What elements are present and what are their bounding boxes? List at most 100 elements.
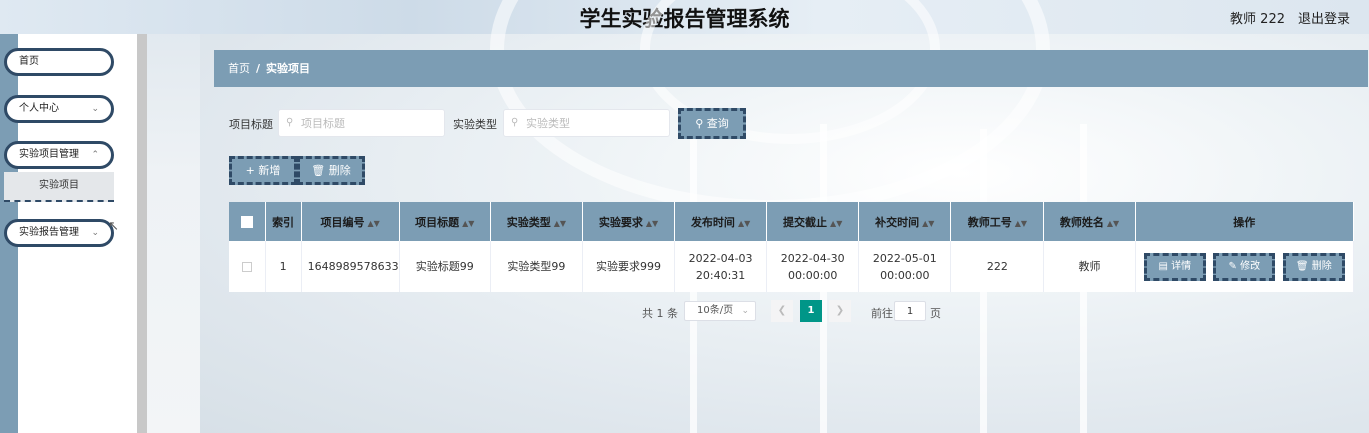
detail-button[interactable]: ▤ 详情 <box>1143 252 1206 281</box>
column-header-label: 索引 <box>272 215 295 229</box>
column-header[interactable]: 提交截止 ▲▼ <box>766 202 860 241</box>
mouse-cursor-icon: ↖ <box>108 219 119 234</box>
column-header-label: 实验要求 <box>598 215 643 229</box>
column-header-label: 操作 <box>1233 215 1256 229</box>
sidebar-item-label: 实验报告管理 <box>19 227 79 238</box>
table-cell: 2022-05-01 00:00:00 <box>858 241 952 292</box>
column-header-label: 实验类型 <box>506 215 551 229</box>
page-unit-label: 页 <box>930 307 941 320</box>
sidebar-item-home[interactable]: 首页 <box>4 48 114 76</box>
trash-icon: 🗑 <box>1295 260 1309 272</box>
column-header[interactable]: 教师姓名 ▲▼ <box>1043 202 1136 241</box>
chevron-right-icon: ❯ <box>835 305 845 316</box>
pencil-icon: ✎ <box>1228 260 1237 272</box>
delete-button-label: 删除 <box>328 164 351 177</box>
column-header-label: 教师姓名 <box>1059 215 1104 229</box>
query-button-label: 查询 <box>706 117 729 130</box>
edit-button-label: 修改 <box>1240 260 1261 272</box>
query-button[interactable]: ⚲ 查询 <box>678 108 746 139</box>
select-all-cell <box>229 202 266 241</box>
column-header[interactable]: 实验类型 ▲▼ <box>490 202 583 241</box>
sidebar-subitem-projects[interactable]: 实验项目 <box>4 172 114 202</box>
column-header-label: 发布时间 <box>690 215 735 229</box>
breadcrumb-separator: / <box>256 62 261 75</box>
table-cell: 教师 <box>1043 241 1136 292</box>
search-icon: ⚲ <box>511 117 519 128</box>
add-button[interactable]: + 新增 <box>229 156 297 185</box>
type-search-input[interactable] <box>503 109 670 137</box>
table-row: 1 1648989578633 实验标题99 实验类型99 实验要求999 20… <box>229 241 1355 292</box>
table-cell: 1 <box>265 241 302 292</box>
column-header-label: 教师工号 <box>967 215 1012 229</box>
breadcrumb: 首页 / 实验项目 <box>214 50 1368 87</box>
sort-icon[interactable]: ▲▼ <box>830 219 842 228</box>
sidebar-item-label: 个人中心 <box>19 103 59 114</box>
breadcrumb-home[interactable]: 首页 <box>228 62 250 75</box>
table-cell: 2022-04-03 20:40:31 <box>674 241 768 292</box>
row-delete-button-label: 删除 <box>1311 260 1332 272</box>
delete-button[interactable]: 🗑 删除 <box>297 156 365 185</box>
column-header[interactable]: 项目编号 ▲▼ <box>301 202 400 241</box>
type-filter-label: 实验类型 <box>453 118 497 131</box>
sort-icon[interactable]: ▲▼ <box>738 219 750 228</box>
title-filter-label: 项目标题 <box>229 118 273 131</box>
table-cell: 222 <box>950 241 1045 292</box>
next-page-button[interactable]: ❯ <box>829 300 851 322</box>
table-cell: 实验标题99 <box>399 241 491 292</box>
title-search-input[interactable] <box>278 109 445 137</box>
column-header[interactable]: 发布时间 ▲▼ <box>674 202 768 241</box>
sort-icon[interactable]: ▲▼ <box>368 219 380 228</box>
table-cell: 实验要求999 <box>582 241 676 292</box>
sidebar-item-project-management[interactable]: 实验项目管理 ⌃ <box>4 141 114 169</box>
chevron-down-icon: ⌄ <box>741 306 749 316</box>
chevron-left-icon: ❮ <box>777 305 787 316</box>
add-button-label: 新增 <box>258 164 281 177</box>
sort-icon[interactable]: ▲▼ <box>646 219 658 228</box>
select-all-checkbox[interactable] <box>240 216 253 228</box>
detail-button-label: 详情 <box>1171 260 1192 272</box>
user-info: 教师 222 <box>1230 12 1285 27</box>
sort-icon[interactable]: ▲▼ <box>554 219 566 228</box>
page-number-current[interactable]: 1 <box>800 300 822 322</box>
sort-icon[interactable]: ▲▼ <box>922 219 934 228</box>
column-header[interactable]: 补交时间 ▲▼ <box>858 202 952 241</box>
row-checkbox[interactable] <box>241 262 252 272</box>
sidebar-scrollbar[interactable] <box>137 34 147 433</box>
sort-icon[interactable]: ▲▼ <box>462 219 474 228</box>
column-header-label: 项目编号 <box>320 215 365 229</box>
search-icon: ⚲ <box>695 117 704 130</box>
table-cell: 实验类型99 <box>490 241 583 292</box>
chevron-down-icon: ⌄ <box>91 104 99 114</box>
sidebar-item-personal-center[interactable]: 个人中心 ⌄ <box>4 95 114 123</box>
column-header: 操作 <box>1135 202 1355 241</box>
column-header[interactable]: 教师工号 ▲▼ <box>950 202 1045 241</box>
column-header-label: 项目标题 <box>415 215 460 229</box>
chevron-down-icon: ⌄ <box>91 228 99 238</box>
sidebar-item-report-management[interactable]: 实验报告管理 ⌄ <box>4 219 114 247</box>
table-cell: 2022-04-30 00:00:00 <box>766 241 860 292</box>
search-icon: ⚲ <box>286 117 294 128</box>
page-size-value: 10条/页 <box>697 305 734 316</box>
projects-table: 索引 项目编号 ▲▼ 项目标题 ▲▼ 实验类型 ▲▼ 实验要求 ▲▼ 发布时间 ▲▼ 提交… <box>229 202 1355 292</box>
document-icon: ▤ <box>1158 260 1168 272</box>
table-cell: 1648989578633 <box>301 241 400 292</box>
row-delete-button[interactable]: 🗑 删除 <box>1282 252 1345 281</box>
prev-page-button[interactable]: ❮ <box>771 300 793 322</box>
sidebar-item-label: 首页 <box>19 56 39 67</box>
sidebar-subitem-label: 实验项目 <box>39 180 79 191</box>
row-select-cell <box>229 241 266 292</box>
column-header[interactable]: 项目标题 ▲▼ <box>399 202 491 241</box>
sidebar-item-label: 实验项目管理 <box>19 149 79 160</box>
pagination-total: 共 1 条 <box>642 307 678 320</box>
table-header-row: 索引 项目编号 ▲▼ 项目标题 ▲▼ 实验类型 ▲▼ 实验要求 ▲▼ 发布时间 ▲▼ 提交… <box>229 202 1355 241</box>
goto-page-input[interactable] <box>894 301 926 321</box>
logout-link[interactable]: 退出登录 <box>1298 8 1350 27</box>
plus-icon: + <box>245 164 255 177</box>
column-header[interactable]: 实验要求 ▲▼ <box>582 202 676 241</box>
sort-icon[interactable]: ▲▼ <box>1015 219 1027 228</box>
page-size-select[interactable]: 10条/页 ⌄ <box>684 301 756 321</box>
sort-icon[interactable]: ▲▼ <box>1107 219 1119 228</box>
row-actions-cell: ▤ 详情 ✎ 修改 🗑 删除 <box>1135 241 1355 292</box>
column-header-label: 补交时间 <box>875 215 920 229</box>
edit-button[interactable]: ✎ 修改 <box>1213 252 1276 281</box>
